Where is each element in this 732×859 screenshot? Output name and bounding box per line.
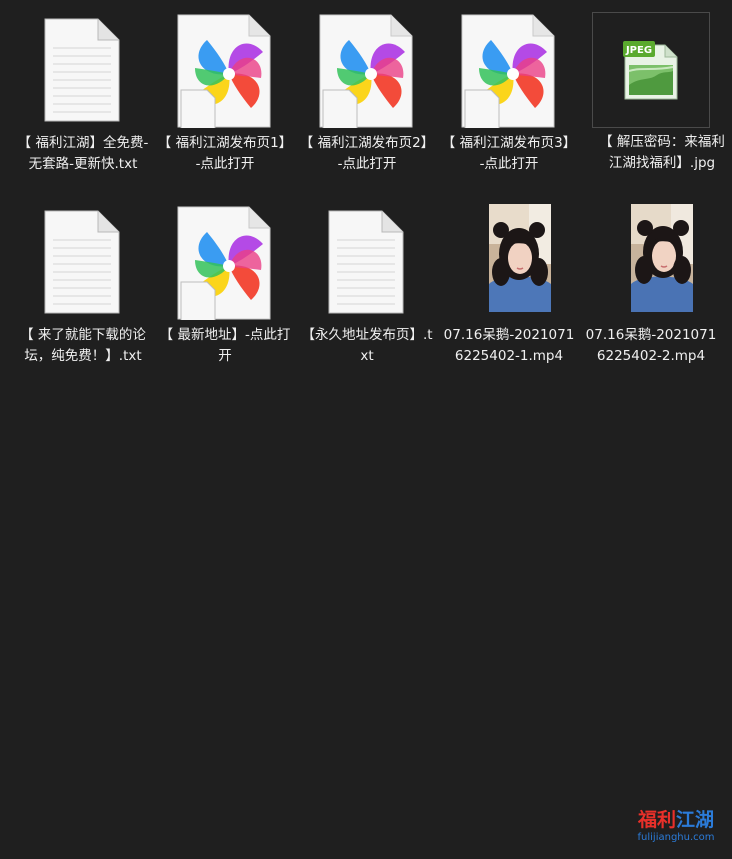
watermark-title: 福利江湖 xyxy=(630,809,722,831)
pinwheel-shortcut-icon xyxy=(319,14,413,128)
file-item-jpg[interactable]: JPEG xyxy=(592,12,710,128)
file-thumbnail xyxy=(155,11,295,129)
file-item-shortcut-2[interactable]: 【 福利江湖发布页2】-点此打开 xyxy=(296,10,436,196)
file-item-mp4-1[interactable]: 07.16呆鹅-20210716225402-1.mp4 xyxy=(438,202,578,388)
file-label: 【 来了就能下载的论坛，纯免费！】.txt xyxy=(20,327,146,364)
file-label: 【 解压密码：来福利江湖找福利】.jpg xyxy=(599,134,725,171)
file-item-txt-2[interactable]: 【 来了就能下载的论坛，纯免费！】.txt xyxy=(12,202,152,388)
file-item-shortcut-3[interactable]: 【 福利江湖发布页3】-点此打开 xyxy=(438,10,578,196)
file-label: 【 福利江湖】全免费-无套路-更新快.txt xyxy=(17,135,149,172)
text-file-icon xyxy=(44,18,120,122)
file-label: 07.16呆鹅-20210716225402-1.mp4 xyxy=(443,327,575,364)
jpeg-file-icon: JPEG xyxy=(623,41,678,100)
file-item-shortcut-4[interactable]: 【 最新地址】-点此打开 xyxy=(154,202,294,388)
file-label: 【永久地址发布页】.txt xyxy=(301,327,433,364)
watermark-title-part1: 福利 xyxy=(637,809,676,831)
file-label: 【 福利江湖发布页2】-点此打开 xyxy=(299,135,435,172)
pinwheel-shortcut-icon xyxy=(177,206,271,320)
file-thumbnail xyxy=(581,203,721,321)
file-item-mp4-2[interactable]: 07.16呆鹅-20210716225402-2.mp4 xyxy=(580,202,720,388)
file-label: 07.16呆鹅-20210716225402-2.mp4 xyxy=(585,327,717,364)
watermark-logo: 福利江湖 fulijianghu.com xyxy=(630,809,722,855)
file-explorer-view: 【 福利江湖】全免费-无套路-更新快.txt 【 福利江湖发布页1】-点此打开 … xyxy=(0,0,732,859)
file-label: 【 福利江湖发布页3】-点此打开 xyxy=(441,135,577,172)
file-item-shortcut-1[interactable]: 【 福利江湖发布页1】-点此打开 xyxy=(154,10,294,196)
file-thumbnail xyxy=(297,203,437,321)
file-thumbnail xyxy=(297,11,437,129)
file-thumbnail xyxy=(439,203,579,321)
pinwheel-shortcut-icon xyxy=(461,14,555,128)
text-file-icon xyxy=(44,210,120,314)
file-item-txt-3[interactable]: 【永久地址发布页】.txt xyxy=(296,202,436,388)
file-label: 【 最新地址】-点此打开 xyxy=(159,327,291,364)
video-thumbnail xyxy=(631,204,693,312)
jpeg-badge-text: JPEG xyxy=(625,45,652,56)
file-label: 【 福利江湖发布页1】-点此打开 xyxy=(157,135,293,172)
watermark-url: fulijianghu.com xyxy=(637,832,715,843)
watermark-title-part2: 江湖 xyxy=(676,809,715,831)
video-thumbnail xyxy=(489,204,551,312)
file-thumbnail xyxy=(439,11,579,129)
file-item-txt-1[interactable]: 【 福利江湖】全免费-无套路-更新快.txt xyxy=(12,10,152,196)
file-thumbnail xyxy=(13,11,153,129)
pinwheel-shortcut-icon xyxy=(177,14,271,128)
text-file-icon xyxy=(328,210,404,314)
file-thumbnail xyxy=(155,203,295,321)
file-thumbnail xyxy=(13,203,153,321)
